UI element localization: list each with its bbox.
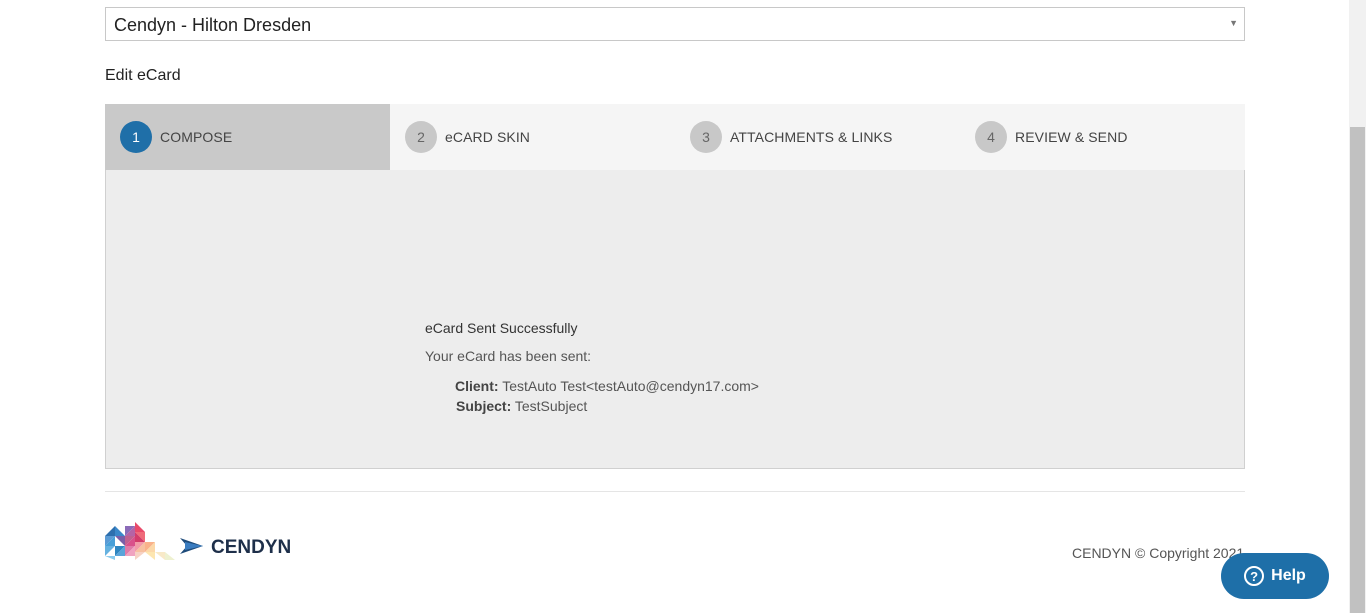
success-title: eCard Sent Successfully bbox=[425, 320, 578, 336]
vertical-scrollbar[interactable] bbox=[1349, 0, 1366, 613]
caret-down-icon: ▼ bbox=[1229, 18, 1238, 28]
success-subtitle: Your eCard has been sent: bbox=[425, 348, 592, 364]
subject-value: TestSubject bbox=[514, 398, 588, 414]
scrollbar-thumb[interactable] bbox=[1350, 127, 1365, 613]
client-detail: Client: TestAuto Test<testAuto@cendyn17.… bbox=[455, 378, 759, 394]
step-attachments-links[interactable]: 3 ATTACHMENTS & LINKS bbox=[675, 104, 960, 170]
step-number: 1 bbox=[120, 121, 152, 153]
page-title: Edit eCard bbox=[105, 67, 181, 84]
step-ecard-skin[interactable]: 2 eCARD SKIN bbox=[390, 104, 675, 170]
step-number: 4 bbox=[975, 121, 1007, 153]
step-number: 2 bbox=[405, 121, 437, 153]
subject-detail: Subject: TestSubject bbox=[456, 398, 587, 414]
client-value: TestAuto Test<testAuto@cendyn17.com> bbox=[502, 378, 759, 394]
step-review-send[interactable]: 4 REVIEW & SEND bbox=[960, 104, 1245, 170]
question-circle-icon: ? bbox=[1244, 566, 1265, 586]
step-label: ATTACHMENTS & LINKS bbox=[730, 129, 893, 145]
footer-divider bbox=[105, 491, 1245, 492]
cendyn-logo: CENDYN bbox=[105, 522, 305, 562]
property-select-value: Cendyn - Hilton Dresden bbox=[114, 15, 312, 35]
step-compose[interactable]: 1 COMPOSE bbox=[105, 104, 390, 170]
wizard-steps: 1 COMPOSE 2 eCARD SKIN 3 ATTACHMENTS & L… bbox=[105, 104, 1245, 170]
help-button[interactable]: ? Help bbox=[1221, 553, 1329, 599]
step-number: 3 bbox=[690, 121, 722, 153]
step-label: REVIEW & SEND bbox=[1015, 129, 1128, 145]
subject-label: Subject: bbox=[456, 398, 512, 414]
client-label: Client: bbox=[455, 378, 499, 394]
result-panel: eCard Sent Successfully Your eCard has b… bbox=[105, 170, 1245, 469]
copyright-text: CENDYN © Copyright 2021 bbox=[1072, 545, 1245, 561]
property-select[interactable]: Cendyn - Hilton Dresden ▼ bbox=[105, 7, 1245, 41]
help-label: Help bbox=[1271, 567, 1306, 584]
brand-text: CENDYN bbox=[211, 537, 291, 558]
step-label: COMPOSE bbox=[160, 129, 233, 145]
step-label: eCARD SKIN bbox=[445, 129, 531, 145]
